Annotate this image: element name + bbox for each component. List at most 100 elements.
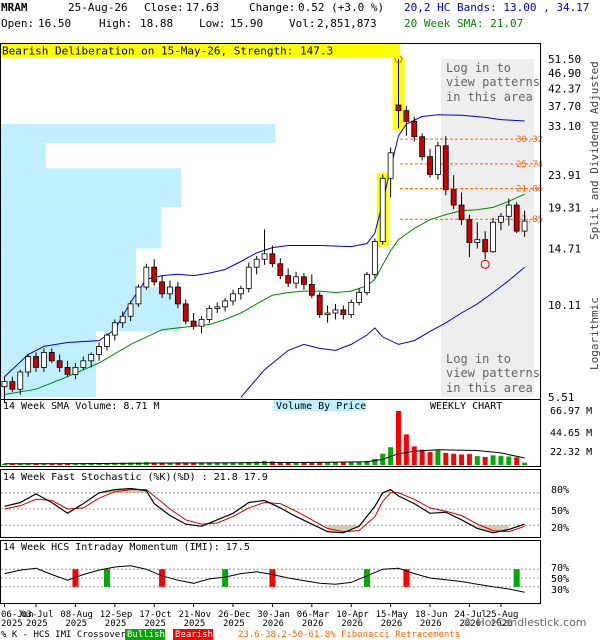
- x-axis: 06-Jun202503-Jul202508-Aug202512-Sep2025…: [1, 604, 518, 629]
- volume-sma-label: 14 Week SMA Volume: 8.71 M: [3, 401, 160, 412]
- stoch-y-label-50: 50%: [551, 506, 569, 517]
- volume-bar-52: [411, 446, 417, 465]
- candle-body-56: [442, 145, 449, 191]
- volume-bar-61: [482, 456, 488, 465]
- crossover-marker-2: [159, 569, 166, 587]
- volume-bar-44: [348, 462, 354, 465]
- price-tick-label-9: 5.51: [548, 391, 575, 404]
- candle-body-21: [167, 286, 173, 295]
- candle-body-29: [230, 293, 236, 302]
- candle-body-43: [340, 309, 347, 316]
- fib-label-0: 30.32: [516, 135, 543, 145]
- candle-body-41: [324, 312, 331, 316]
- imi-y-label-70: 70%: [551, 563, 569, 574]
- x-year-label-11: 2026: [420, 619, 442, 629]
- candle-body-10: [80, 360, 87, 368]
- candle-body-59: [466, 219, 473, 243]
- price-tick-label-3: 37.70: [548, 100, 581, 113]
- price-tick-label-1: 46.90: [548, 67, 581, 80]
- candle-body-32: [253, 258, 260, 268]
- pattern-login-area: [441, 59, 534, 397]
- header: MRAM 25-Aug-26 Close: 17.63 Change: 0.52…: [1, 1, 589, 30]
- candle-body-15: [119, 315, 126, 324]
- imi-y-label-30: 30%: [551, 585, 569, 596]
- candle-body-60: [474, 239, 481, 243]
- candle-body-4: [33, 356, 39, 368]
- crossover-marker-7: [513, 569, 520, 587]
- candle-body-46: [364, 273, 370, 293]
- stoch-y-label-80: 80%: [551, 485, 569, 496]
- hc-bands-legend: 20,2 HC Bands: 13.00 , 34.17: [404, 1, 589, 14]
- pattern-banner: Bearish Deliberation on 15-May-26, Stren…: [2, 45, 333, 58]
- fib-label-2: 21.86: [516, 185, 543, 195]
- price-y-axis: 51.5046.90 42.37 37.70 33.10 23.91 19.31 14.71…: [548, 53, 581, 404]
- logarithmic-label: Logarithmic: [588, 297, 600, 370]
- candle-body-37: [293, 276, 299, 284]
- candle-body-55: [434, 145, 441, 175]
- volume-bar-64: [506, 456, 512, 465]
- stoch-y-label-20: 20%: [551, 523, 569, 534]
- login-text-bottom-2[interactable]: view patterns: [446, 366, 540, 380]
- volume-bar-65: [514, 457, 520, 465]
- close-value: 17.63: [186, 1, 219, 14]
- candle-body-31: [245, 266, 252, 289]
- login-text-bottom-3[interactable]: in this area: [446, 381, 533, 395]
- candle-body-12: [96, 345, 102, 355]
- vol-value: 2,851,873: [317, 17, 377, 30]
- volume-bar-41: [325, 462, 331, 465]
- volume-bar-34: [269, 461, 275, 465]
- price-tick-label-8: 10.11: [548, 299, 581, 312]
- x-year-label-3: 2025: [105, 619, 127, 629]
- candle-body-28: [222, 300, 229, 308]
- vbp-zone-2: [1, 287, 181, 332]
- candle-body-35: [277, 263, 284, 276]
- low-value: 15.90: [230, 17, 263, 30]
- candle-body-66: [521, 220, 528, 232]
- candle-body-58: [458, 204, 465, 221]
- login-text-top-1[interactable]: Log in to: [446, 61, 511, 75]
- x-year-label-8: 2026: [302, 619, 324, 629]
- volume-bar-55: [435, 450, 441, 465]
- candle-body-63: [498, 215, 504, 223]
- fibonacci-legend: 23.6-38.2-50-61.8% Fibonacci Retracement…: [238, 630, 460, 640]
- candle-body-47: [371, 241, 378, 275]
- weekly-chart-label: WEEKLY CHART: [430, 401, 502, 412]
- volume-panel-labels: 14 Week SMA Volume: 8.71 M Volume By Pri…: [3, 400, 592, 458]
- login-text-bottom-1[interactable]: Log in to: [446, 352, 511, 366]
- footer-legend: % K - HCS IMI Crossover, Bullish Bearish…: [1, 629, 460, 640]
- candle-body-51: [403, 110, 410, 122]
- vbp-zone-7: [1, 124, 275, 144]
- candle-body-9: [72, 367, 79, 375]
- login-text-top-2[interactable]: view patterns: [446, 75, 540, 89]
- x-year-label-1: 2025: [26, 619, 48, 629]
- candle-body-64: [505, 204, 512, 217]
- candle-body-14: [111, 322, 118, 336]
- candle-body-19: [151, 266, 158, 283]
- x-year-label-7: 2026: [262, 619, 284, 629]
- candle-body-23: [182, 303, 189, 322]
- candle-body-52: [411, 120, 418, 138]
- candle-body-16: [127, 303, 134, 317]
- chart-canvas: MRAM 25-Aug-26 Close: 17.63 Change: 0.52…: [0, 1, 600, 640]
- price-tick-label-2: 42.37: [548, 83, 581, 96]
- candle-body-5: [41, 352, 47, 368]
- candle-body-6: [48, 352, 55, 362]
- imi-line: [4, 565, 525, 593]
- candle-body-49: [387, 152, 394, 179]
- candle-body-33: [261, 253, 268, 260]
- price-tick-label-5: 23.91: [548, 169, 581, 182]
- volume-bar-54: [427, 452, 433, 465]
- candle-body-62: [490, 221, 496, 253]
- crossover-legend-label: % K - HCS IMI Crossover,: [1, 630, 131, 640]
- price-tick-label-7: 14.71: [548, 243, 581, 256]
- volume-bar-66: [522, 462, 528, 465]
- split-adjusted-label: Split and Dividend Adjusted: [588, 61, 600, 240]
- candle-body-24: [190, 320, 197, 327]
- imi-title: 14 Week HCS Intraday Momentum (IMI): 17.…: [3, 542, 250, 553]
- candle-body-54: [427, 156, 433, 175]
- vol-label: Vol:: [289, 17, 316, 30]
- open-value: 16.50: [38, 17, 71, 30]
- login-text-top-3[interactable]: in this area: [446, 90, 533, 104]
- volume-bar-43: [340, 462, 346, 465]
- candle-body-34: [269, 253, 276, 265]
